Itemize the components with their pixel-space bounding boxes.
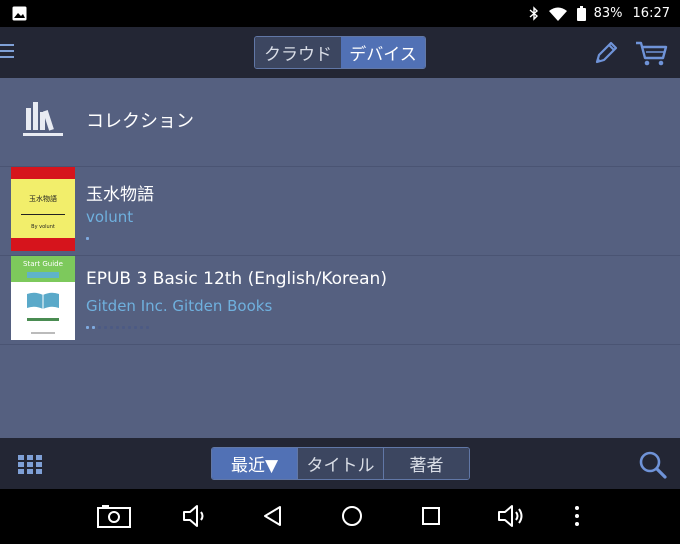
search-icon[interactable] <box>638 450 668 480</box>
progress-dot <box>134 326 137 329</box>
home-icon[interactable] <box>341 504 363 528</box>
progress-dot <box>128 326 131 329</box>
library-content: コレクション 玉水物語 By volunt 玉水物語 volunt Start … <box>0 78 680 438</box>
book-title: 玉水物語 <box>86 185 154 205</box>
sort-title-button[interactable]: タイトル <box>297 448 383 479</box>
progress-dot <box>86 237 89 240</box>
progress-dot <box>104 326 107 329</box>
clock: 16:27 <box>632 6 670 21</box>
book-cover[interactable]: Start Guide <box>11 256 75 340</box>
collection-label: コレクション <box>86 111 194 132</box>
progress-dot <box>140 326 143 329</box>
menu-icon[interactable] <box>0 44 14 60</box>
recent-apps-icon[interactable] <box>421 504 441 528</box>
battery-percent: 83% <box>593 6 623 21</box>
image-notification-icon <box>12 6 27 21</box>
book-cover[interactable]: 玉水物語 By volunt <box>11 167 75 251</box>
book-author[interactable]: volunt <box>86 208 133 226</box>
more-options-icon[interactable] <box>573 504 581 528</box>
status-indicators: 83% 16:27 <box>529 0 670 27</box>
cover-title: Start Guide <box>23 260 63 268</box>
status-bar: 83% 16:27 <box>0 0 680 27</box>
cart-icon[interactable] <box>634 39 670 67</box>
wifi-icon <box>548 7 567 21</box>
system-nav-bar <box>0 489 680 544</box>
tab-cloud[interactable]: クラウド <box>255 37 341 68</box>
book-title: EPUB 3 Basic 12th (English/Korean) <box>86 269 387 289</box>
pencil-icon[interactable] <box>592 39 620 67</box>
sort-segmented-control: 最近▼ タイトル 著者 <box>211 447 470 480</box>
progress-dot <box>86 326 89 329</box>
book-list-item[interactable]: Start Guide EPUB 3 Basic 12th (English/K… <box>0 256 680 345</box>
progress-dot <box>110 326 113 329</box>
app-bar: クラウド デバイス <box>0 27 680 78</box>
progress-dot <box>146 326 149 329</box>
collection-row[interactable]: コレクション <box>0 78 680 167</box>
tab-device[interactable]: デバイス <box>341 37 425 68</box>
reading-progress <box>86 237 89 240</box>
source-segmented-control: クラウド デバイス <box>254 36 426 69</box>
back-icon[interactable] <box>262 504 284 528</box>
grid-icon[interactable] <box>18 455 42 474</box>
reading-progress <box>86 326 149 329</box>
battery-icon <box>576 6 586 21</box>
bookshelf-icon <box>23 102 63 136</box>
cover-author: By volunt <box>31 224 55 230</box>
bluetooth-icon <box>529 6 538 21</box>
bottom-toolbar: 最近▼ タイトル 著者 <box>0 438 680 489</box>
cover-title: 玉水物語 <box>29 195 57 203</box>
progress-dot <box>122 326 125 329</box>
volume-up-icon[interactable] <box>497 504 525 528</box>
progress-dot <box>116 326 119 329</box>
sort-author-button[interactable]: 著者 <box>383 448 469 479</box>
volume-down-icon[interactable] <box>182 504 208 528</box>
progress-dot <box>92 326 95 329</box>
screenshot-camera-icon[interactable] <box>97 504 131 528</box>
book-list-item[interactable]: 玉水物語 By volunt 玉水物語 volunt <box>0 167 680 256</box>
sort-recent-button[interactable]: 最近▼ <box>212 448 297 479</box>
progress-dot <box>98 326 101 329</box>
book-author[interactable]: Gitden Inc. Gitden Books <box>86 297 272 315</box>
open-book-icon <box>27 292 59 309</box>
